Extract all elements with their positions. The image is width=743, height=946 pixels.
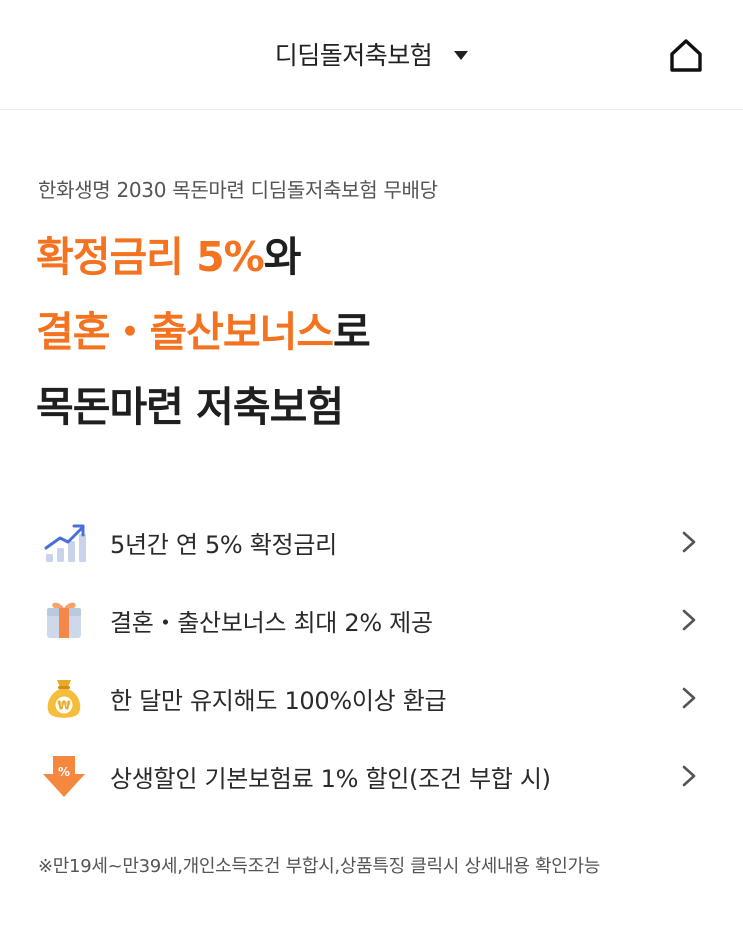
top-bar: 디딤돌저축보험 — [0, 0, 743, 110]
feature-item-fixed-rate[interactable]: 5년간 연 5% 확정금리 — [0, 502, 743, 580]
product-selector[interactable]: 디딤돌저축보험 — [0, 36, 743, 72]
chevron-right-icon — [682, 609, 696, 631]
svg-text:₩: ₩ — [57, 699, 71, 713]
feature-item-discount[interactable]: % 상생할인 기본보험료 1% 할인(조건 부합 시) — [0, 736, 743, 814]
chevron-right-icon — [682, 531, 696, 553]
footnote: ※만19세~만39세,개인소득조건 부합시,상품특징 클릭시 상세내용 확인가능 — [38, 856, 600, 877]
rising-chart-icon — [44, 524, 86, 562]
headline-line-2-rest: 로 — [333, 308, 371, 356]
chevron-right-icon — [682, 687, 696, 709]
feature-item-refund[interactable]: ₩ 한 달만 유지해도 100%이상 환급 — [0, 658, 743, 736]
headline: 확정금리 5%와 결혼・출산보너스로 목돈마련 저축보험 — [36, 220, 371, 445]
headline-highlight-bonus: 결혼・출산보너스 — [36, 308, 334, 356]
headline-line-1-rest: 와 — [263, 233, 302, 281]
feature-list: 5년간 연 5% 확정금리 결혼・출산보너스 최대 2% 제공 ₩ 한 달만 유… — [0, 502, 743, 814]
caret-down-icon — [454, 50, 469, 60]
feature-label: 결혼・출산보너스 최대 2% 제공 — [110, 609, 433, 637]
discount-arrow-icon: % — [43, 756, 85, 797]
money-bag-icon: ₩ — [47, 680, 81, 718]
svg-text:%: % — [58, 765, 70, 779]
feature-label: 한 달만 유지해도 100%이상 환급 — [110, 687, 447, 715]
header-title: 디딤돌저축보험 — [274, 41, 433, 70]
headline-line-2: 결혼・출산보너스로 — [36, 295, 371, 370]
headline-line-3: 목돈마련 저축보험 — [36, 383, 344, 431]
chevron-right-icon — [682, 765, 696, 787]
feature-item-bonus[interactable]: 결혼・출산보너스 최대 2% 제공 — [0, 580, 743, 658]
feature-label: 상생할인 기본보험료 1% 할인(조건 부합 시) — [110, 765, 551, 793]
gift-icon — [47, 602, 81, 638]
headline-highlight-rate: 확정금리 5% — [36, 233, 265, 281]
product-name: 한화생명 2030 목돈마련 디딤돌저축보험 무배당 — [38, 178, 438, 202]
feature-label: 5년간 연 5% 확정금리 — [110, 531, 337, 559]
headline-line-1: 확정금리 5%와 — [36, 220, 370, 295]
home-icon[interactable] — [666, 35, 706, 75]
